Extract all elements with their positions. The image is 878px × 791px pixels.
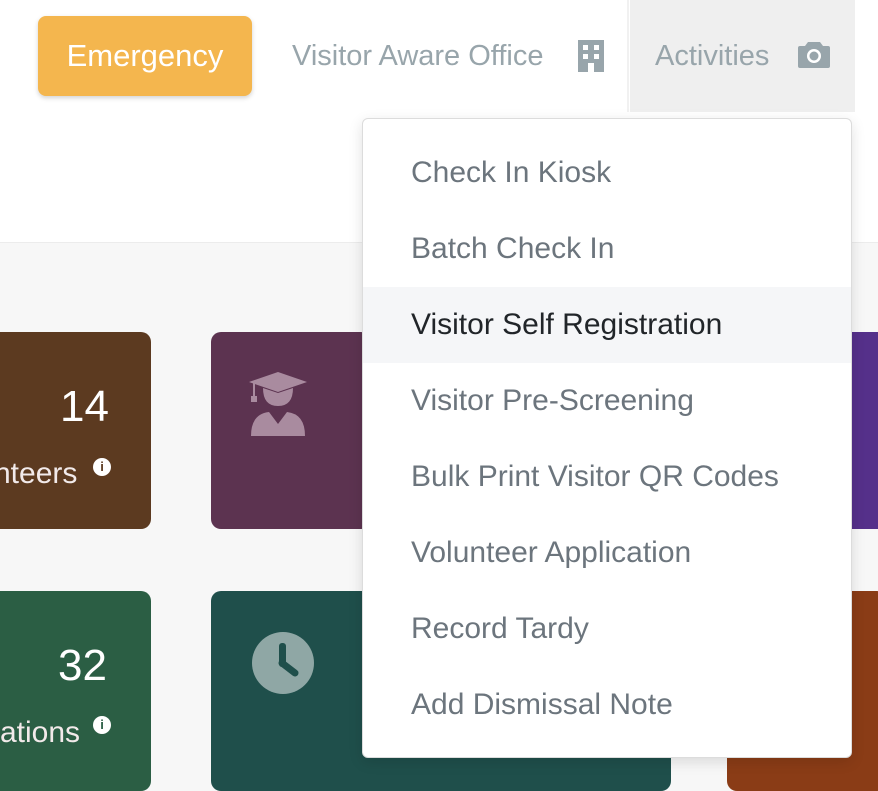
menu-item-visitor-self-registration[interactable]: Visitor Self Registration xyxy=(363,287,851,363)
activities-dropdown-menu: Check In Kiosk Batch Check In Visitor Se… xyxy=(362,118,852,758)
menu-item-check-in-kiosk[interactable]: Check In Kiosk xyxy=(363,135,851,211)
nav-activities-label: Activities xyxy=(655,40,770,72)
menu-item-volunteer-application[interactable]: Volunteer Application xyxy=(363,515,851,591)
info-icon[interactable]: i xyxy=(93,458,111,476)
menu-item-add-dismissal-note[interactable]: Add Dismissal Note xyxy=(363,667,851,743)
nav-divider xyxy=(627,0,629,112)
nav-visitor-aware-office[interactable]: Visitor Aware Office xyxy=(292,36,604,76)
emergency-button[interactable]: Emergency xyxy=(38,16,252,96)
volunteers-card[interactable]: 14 nteers i xyxy=(0,332,151,529)
menu-item-visitor-pre-screening[interactable]: Visitor Pre-Screening xyxy=(363,363,851,439)
top-navbar: Emergency Visitor Aware Office Activitie… xyxy=(0,0,878,116)
menu-item-batch-check-in[interactable]: Batch Check In xyxy=(363,211,851,287)
nav-activities[interactable]: Activities xyxy=(630,0,855,112)
students-card[interactable] xyxy=(211,332,371,529)
menu-item-bulk-print-qr-codes[interactable]: Bulk Print Visitor QR Codes xyxy=(363,439,851,515)
camera-icon xyxy=(798,40,830,73)
building-icon xyxy=(578,40,604,83)
graduate-icon xyxy=(249,372,307,441)
clock-icon xyxy=(251,631,315,700)
applications-label: ations xyxy=(0,716,81,749)
menu-item-record-tardy[interactable]: Record Tardy xyxy=(363,591,851,667)
volunteers-count: 14 xyxy=(60,382,109,431)
volunteers-label: nteers xyxy=(0,457,78,490)
applications-card[interactable]: 32 ations i xyxy=(0,591,151,791)
nav-office-label: Visitor Aware Office xyxy=(292,40,544,72)
applications-count: 32 xyxy=(58,641,107,690)
info-icon[interactable]: i xyxy=(93,716,111,734)
